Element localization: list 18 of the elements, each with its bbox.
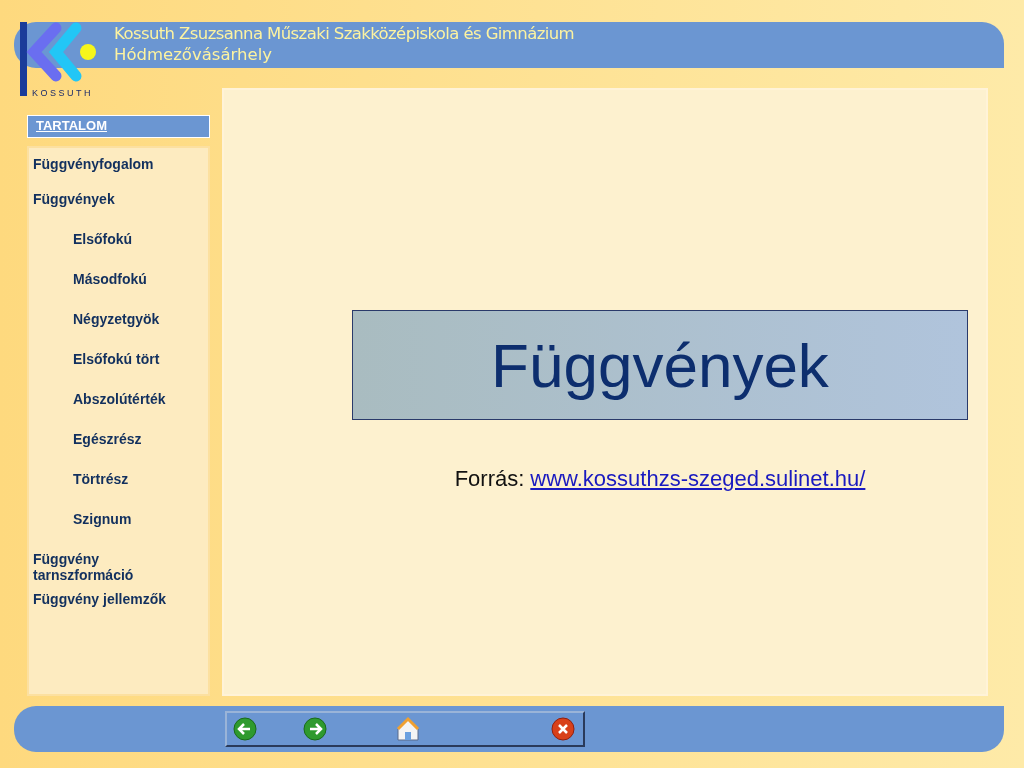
sidebar-item[interactable]: Függvények bbox=[33, 191, 125, 231]
sidebar-subitem[interactable]: Elsőfokú tört bbox=[33, 351, 170, 391]
sidebar-item[interactable]: Függvényfogalom bbox=[33, 156, 164, 191]
sidebar-subitem[interactable]: Abszolútérték bbox=[33, 391, 176, 431]
school-name: Kossuth Zsuzsanna Műszaki Szakközépiskola és Gimnázium bbox=[114, 23, 575, 44]
school-city: Hódmezővásárhely bbox=[114, 44, 273, 65]
source-link[interactable]: www.kossuthzs-szeged.sulinet.hu/ bbox=[530, 466, 866, 492]
source-label: Forrás: bbox=[454, 466, 525, 492]
sidebar-item[interactable]: Függvény jellemzők bbox=[33, 591, 177, 631]
sidebar-subitem[interactable]: Szignum bbox=[33, 511, 142, 551]
slide-title: Függvények bbox=[491, 329, 829, 401]
sidebar-item[interactable]: Függvény tarnszformáció bbox=[33, 551, 208, 591]
logo-text: KOSSUTH bbox=[32, 88, 93, 98]
sidebar-subitem[interactable]: Másodfokú bbox=[33, 271, 157, 311]
sidebar-subitem[interactable]: Elsőfokú bbox=[33, 231, 143, 271]
sidebar-subitem[interactable]: Egészrész bbox=[33, 431, 152, 471]
sidebar-subitem[interactable]: Négyzetgyök bbox=[33, 311, 170, 351]
sidebar-subitem[interactable]: Törtrész bbox=[33, 471, 139, 511]
